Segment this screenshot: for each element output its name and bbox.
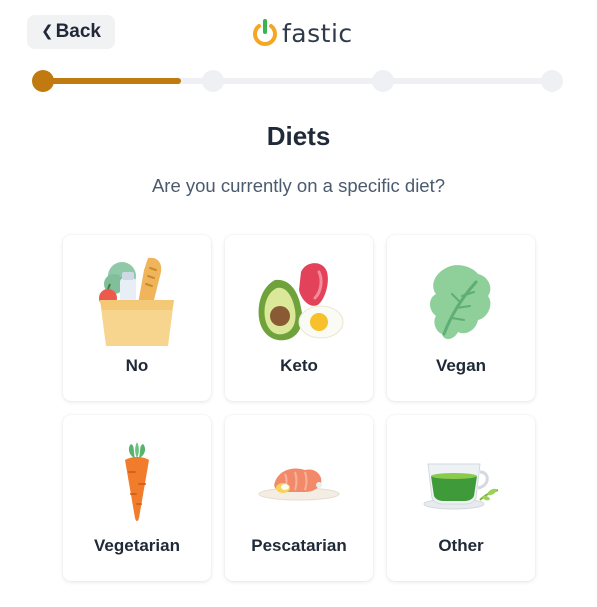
fastic-logo: fastic bbox=[252, 18, 353, 48]
option-label: Keto bbox=[280, 356, 318, 375]
logo-text: fastic bbox=[282, 18, 353, 48]
progress-step-3 bbox=[372, 70, 394, 92]
option-label: Vegetarian bbox=[94, 536, 180, 555]
option-card-no[interactable]: No bbox=[63, 235, 211, 401]
page-subtitle: Are you currently on a specific diet? bbox=[151, 175, 446, 196]
keto-food-icon bbox=[258, 263, 344, 341]
option-label: No bbox=[125, 356, 149, 375]
option-card-other[interactable]: Other bbox=[387, 415, 535, 581]
option-label: Vegan bbox=[435, 356, 487, 375]
power-icon bbox=[253, 19, 277, 46]
option-card-vegan[interactable]: Vegan bbox=[387, 235, 535, 401]
option-label: Other bbox=[438, 536, 484, 555]
fish-plate-icon bbox=[258, 468, 340, 501]
progress-step-1 bbox=[32, 70, 54, 92]
option-label: Pescatarian bbox=[251, 536, 347, 555]
progress-fill bbox=[43, 78, 181, 84]
back-button[interactable]: ❮ Back bbox=[27, 15, 115, 49]
grocery-bag-icon bbox=[99, 257, 174, 346]
tea-cup-icon bbox=[423, 463, 499, 510]
diet-selection-screen: ❮ Back fastic Diets Are you currently on… bbox=[0, 0, 597, 607]
lettuce-leaf-icon bbox=[430, 265, 491, 340]
page-title: Diets bbox=[266, 121, 331, 151]
back-label: Back bbox=[55, 21, 101, 42]
option-card-pescatarian[interactable]: Pescatarian bbox=[225, 415, 373, 581]
progress-step-2 bbox=[202, 70, 224, 92]
progress-bar bbox=[32, 70, 565, 94]
diet-options-grid: No Keto Vegan Vegetarian Pescatarian Oth… bbox=[63, 235, 535, 581]
option-card-keto[interactable]: Keto bbox=[225, 235, 373, 401]
carrot-icon bbox=[125, 442, 149, 521]
option-card-vegetarian[interactable]: Vegetarian bbox=[63, 415, 211, 581]
chevron-left-icon: ❮ bbox=[41, 23, 54, 40]
progress-step-4 bbox=[541, 70, 563, 92]
